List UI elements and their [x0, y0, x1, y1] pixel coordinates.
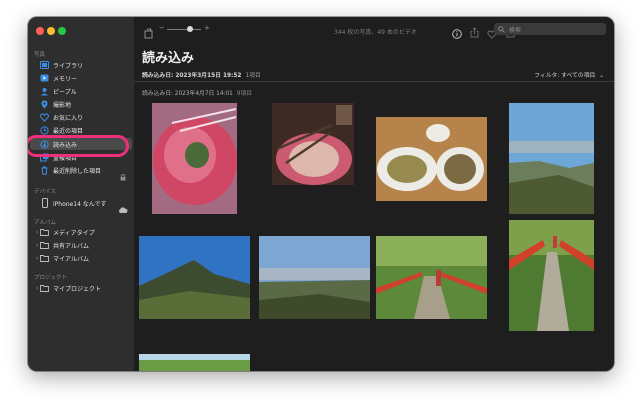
- recents-icon: [40, 125, 49, 135]
- chevron-right-icon[interactable]: ›: [36, 285, 38, 292]
- close-button[interactable]: [36, 27, 44, 35]
- photo-thumbnail[interactable]: [272, 103, 354, 185]
- sidebar: 写真 ライブラリ メモリー ピープル 撮影地 お気に入り 最近の項目 読み込み …: [28, 17, 134, 371]
- photo-thumbnail[interactable]: [509, 220, 594, 331]
- sidebar-item-label: マイプロジェクト: [53, 285, 102, 293]
- filter-dropdown[interactable]: フィルタ: すべての項目 ⌄: [534, 70, 604, 79]
- zoom-slider-knob[interactable]: [187, 26, 193, 32]
- sidebar-item-label: ライブラリ: [53, 62, 84, 70]
- photo-thumbnail[interactable]: [376, 236, 487, 319]
- trash-icon: [40, 166, 49, 175]
- section-albums-label: アルバム: [34, 220, 56, 226]
- sidebar-item-shared-albums[interactable]: › 共有アルバム: [30, 239, 134, 251]
- sidebar-item-recently-deleted[interactable]: 最近削除した項目: [30, 164, 134, 181]
- toolbar: − + 344 枚の写真、49 本のビデオ 検索: [134, 17, 614, 45]
- divider: [134, 81, 614, 82]
- photo-thumbnail[interactable]: [152, 103, 237, 214]
- photo-thumbnail[interactable]: [139, 354, 250, 371]
- rotate-icon[interactable]: [144, 24, 154, 43]
- sidebar-item-label: メモリー: [53, 75, 78, 83]
- sidebar-item-my-albums[interactable]: › マイアルバム: [30, 252, 134, 264]
- page-title: 読み込み: [142, 51, 195, 66]
- lock-icon: [120, 166, 126, 185]
- filter-label: フィルタ: すべての項目: [534, 73, 596, 79]
- sidebar-item-people[interactable]: ピープル: [30, 85, 134, 97]
- section-photos-label: 写真: [34, 52, 46, 58]
- chevron-down-icon: ⌄: [599, 73, 604, 79]
- photo-thumbnail[interactable]: [139, 236, 250, 319]
- library-icon: [40, 61, 49, 70]
- sidebar-item-memories[interactable]: メモリー: [30, 72, 134, 84]
- folder-icon: [40, 284, 49, 293]
- sidebar-item-label: iPhone14 なんです: [53, 200, 107, 208]
- photo-thumbnail[interactable]: [259, 236, 370, 319]
- sidebar-item-label: 最近削除した項目: [53, 167, 102, 175]
- sidebar-item-label: 共有アルバム: [53, 242, 89, 250]
- section-projects-label: プロジェクト: [34, 275, 68, 281]
- search-placeholder: 検索: [509, 26, 522, 34]
- sidebar-item-label: お気に入り: [53, 114, 84, 122]
- sidebar-item-label: 撮影地: [53, 101, 72, 109]
- chevron-right-icon[interactable]: ›: [36, 242, 38, 249]
- folder-icon: [40, 228, 49, 237]
- heart-icon: [40, 112, 49, 122]
- search-field[interactable]: 検索: [494, 23, 606, 35]
- info-icon[interactable]: [452, 24, 462, 43]
- sidebar-item-library[interactable]: ライブラリ: [30, 59, 134, 71]
- people-icon: [40, 87, 49, 96]
- import-date-2: 読み込み日: 2023年4月7日 14:01: [142, 91, 233, 97]
- folder-icon: [40, 241, 49, 250]
- minimize-button[interactable]: [47, 27, 55, 35]
- section-devices-label: デバイス: [34, 189, 56, 195]
- import-count-2: 9項目: [236, 91, 252, 97]
- maximize-button[interactable]: [58, 27, 66, 35]
- sidebar-item-my-projects[interactable]: › マイプロジェクト: [30, 282, 134, 294]
- photo-thumbnail[interactable]: [376, 117, 487, 201]
- zoom-in-icon[interactable]: +: [204, 24, 210, 32]
- search-icon: [498, 25, 505, 33]
- sidebar-item-places[interactable]: 撮影地: [30, 98, 134, 110]
- memories-icon: [40, 74, 49, 83]
- zoom-out-icon[interactable]: −: [159, 24, 165, 32]
- import-count-1: 1項目: [245, 73, 261, 79]
- sidebar-item-favorites[interactable]: お気に入り: [30, 111, 134, 123]
- photos-window: 写真 ライブラリ メモリー ピープル 撮影地 お気に入り 最近の項目 読み込み …: [28, 17, 614, 371]
- sidebar-item-label: マイアルバム: [53, 255, 89, 263]
- import-header-1: 読み込み日: 2023年3月15日 19:52 1項目: [142, 70, 261, 79]
- main-content: − + 344 枚の写真、49 本のビデオ 検索 読み込み 読み込み日: 202…: [134, 17, 614, 371]
- photo-thumbnail[interactable]: [509, 103, 594, 214]
- chevron-right-icon[interactable]: ›: [36, 255, 38, 262]
- zoom-slider[interactable]: [167, 26, 201, 32]
- sidebar-item-device[interactable]: iPhone14 なんです: [30, 197, 134, 213]
- sidebar-item-media-types[interactable]: › メディアタイプ: [30, 226, 134, 238]
- iphone-icon: [40, 198, 49, 208]
- cloud-icon[interactable]: [118, 199, 128, 218]
- places-icon: [40, 100, 49, 109]
- sidebar-item-label: ピープル: [53, 88, 77, 96]
- import-highlight-annotation: [28, 135, 129, 157]
- sidebar-item-label: 最近の項目: [53, 127, 84, 135]
- import-header-2: 読み込み日: 2023年4月7日 14:01 9項目: [142, 88, 252, 97]
- photo-count: 344 枚の写真、49 本のビデオ: [334, 29, 417, 36]
- chevron-right-icon[interactable]: ›: [36, 229, 38, 236]
- sidebar-item-label: メディアタイプ: [53, 229, 95, 237]
- share-icon[interactable]: [470, 23, 479, 42]
- folder-icon: [40, 254, 49, 263]
- import-date-1: 読み込み日: 2023年3月15日 19:52: [142, 73, 242, 79]
